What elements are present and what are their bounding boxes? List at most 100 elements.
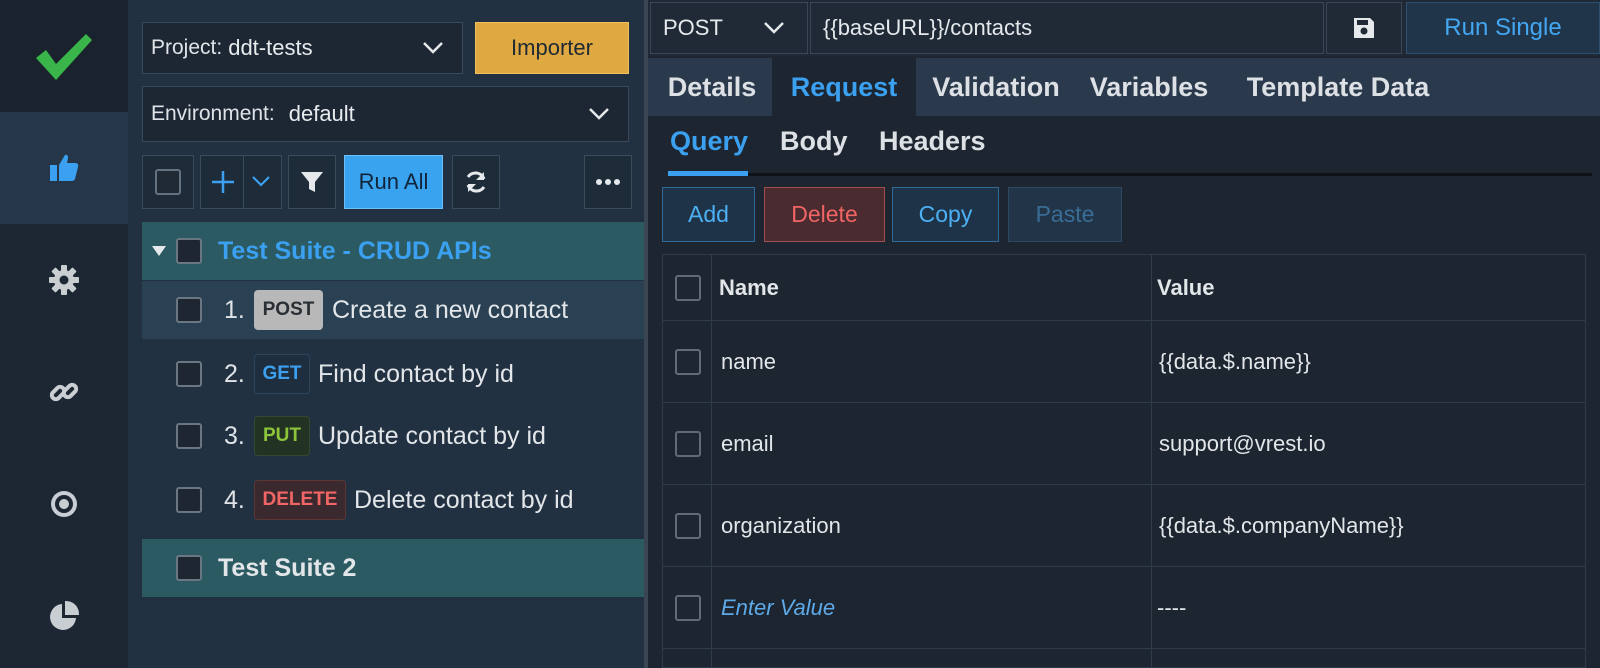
suite-checkbox[interactable] xyxy=(176,238,202,264)
param-value[interactable]: support@vrest.io xyxy=(1159,431,1326,457)
subtab-headers[interactable]: Headers xyxy=(879,126,986,157)
url-input[interactable]: {{baseURL}}/contacts xyxy=(810,2,1324,54)
row-checkbox[interactable] xyxy=(675,512,701,539)
item-checkbox[interactable] xyxy=(176,487,202,513)
gear-icon xyxy=(49,265,79,295)
row-checkbox[interactable] xyxy=(675,594,701,621)
rail-item-tests[interactable] xyxy=(0,112,128,224)
copy-param-button[interactable]: Copy xyxy=(892,187,999,242)
refresh-icon xyxy=(466,171,486,193)
add-dropdown-button[interactable] xyxy=(200,155,282,209)
item-number: 3. xyxy=(224,421,245,450)
icon-rail xyxy=(0,0,128,668)
subtab-underline xyxy=(668,173,1592,176)
rail-item-reports[interactable] xyxy=(0,560,128,668)
tab-variables[interactable]: Variables xyxy=(1084,58,1214,116)
row-checkbox[interactable] xyxy=(675,430,701,457)
tab-details[interactable]: Details xyxy=(656,58,768,116)
method-badge-put: PUT xyxy=(254,416,310,456)
chevron-down-icon xyxy=(423,42,443,54)
delete-param-button[interactable]: Delete xyxy=(764,187,885,242)
item-number: 1. xyxy=(224,295,245,324)
tree-item-4[interactable]: 4. DELETE Delete contact by id xyxy=(142,471,644,529)
suite-title: Test Suite - CRUD APIs xyxy=(218,236,492,265)
environment-value: default xyxy=(288,101,355,126)
table-row[interactable]: name {{data.$.name}} xyxy=(663,321,1585,403)
chevron-down-icon xyxy=(764,22,784,34)
request-title: Find contact by id xyxy=(318,359,514,388)
tree-item-2[interactable]: 2. GET Find contact by id xyxy=(142,345,644,403)
test-suite-row[interactable]: Test Suite 2 xyxy=(142,539,644,597)
column-header-value: Value xyxy=(1157,274,1215,300)
subtab-active-indicator xyxy=(668,171,748,176)
chevron-down-icon xyxy=(589,108,609,120)
rail-item-monitor[interactable] xyxy=(0,448,128,560)
rail-item-links[interactable] xyxy=(0,336,128,448)
method-badge-post: POST xyxy=(254,290,323,330)
run-single-button[interactable]: Run Single xyxy=(1406,2,1600,54)
floppy-disk-icon xyxy=(1354,18,1374,38)
paste-param-button[interactable]: Paste xyxy=(1008,187,1122,242)
new-param-value-input[interactable]: ---- xyxy=(1157,595,1186,621)
tree-item-1[interactable]: 1. POST Create a new contact xyxy=(142,281,644,339)
test-suite-row[interactable]: Test Suite - CRUD APIs xyxy=(142,222,644,280)
importer-button[interactable]: Importer xyxy=(475,22,629,74)
row-checkbox[interactable] xyxy=(675,348,701,375)
chevron-down-icon xyxy=(252,176,270,187)
method-select[interactable]: POST xyxy=(650,2,808,54)
method-badge-delete: DELETE xyxy=(254,480,346,520)
param-name[interactable]: organization xyxy=(721,513,841,539)
project-value: ddt-tests xyxy=(228,35,313,60)
table-header-row: Name Value xyxy=(663,255,1585,321)
request-title: Update contact by id xyxy=(318,421,546,450)
table-row-new[interactable]: Enter Value ---- xyxy=(663,567,1585,649)
run-all-button[interactable]: Run All xyxy=(344,155,443,209)
param-name[interactable]: name xyxy=(721,349,776,375)
item-checkbox[interactable] xyxy=(176,423,202,449)
select-all-box[interactable] xyxy=(142,155,194,209)
target-icon xyxy=(51,491,77,517)
select-all-params-checkbox[interactable] xyxy=(675,274,701,301)
table-row[interactable]: email support@vrest.io xyxy=(663,403,1585,485)
item-number: 2. xyxy=(224,359,245,388)
column-header-name: Name xyxy=(719,274,779,300)
project-select[interactable]: Project: ddt-tests xyxy=(142,22,463,74)
param-name[interactable]: email xyxy=(721,431,774,457)
suite-title: Test Suite 2 xyxy=(218,553,357,582)
filter-button[interactable] xyxy=(288,155,336,209)
caret-down-icon xyxy=(152,246,166,256)
tree-item-3[interactable]: 3. PUT Update contact by id xyxy=(142,407,644,465)
request-title: Delete contact by id xyxy=(354,485,574,514)
subtab-body[interactable]: Body xyxy=(780,126,848,157)
plus-icon xyxy=(212,171,234,193)
request-title: Create a new contact xyxy=(332,295,569,324)
query-params-table: Name Value name {{data.$.name}} email su… xyxy=(662,254,1586,668)
item-number: 4. xyxy=(224,485,245,514)
thumbs-up-icon xyxy=(50,154,79,181)
new-param-name-input[interactable]: Enter Value xyxy=(721,595,835,621)
ellipsis-icon xyxy=(596,179,620,185)
app-logo[interactable] xyxy=(0,0,128,112)
suite-checkbox[interactable] xyxy=(176,555,202,581)
refresh-button[interactable] xyxy=(452,155,500,209)
param-value[interactable]: {{data.$.name}} xyxy=(1159,349,1311,375)
select-all-checkbox[interactable] xyxy=(155,169,181,195)
rail-item-settings[interactable] xyxy=(0,224,128,336)
save-button[interactable] xyxy=(1326,2,1402,54)
item-checkbox[interactable] xyxy=(176,361,202,387)
item-checkbox[interactable] xyxy=(176,297,202,323)
method-value: POST xyxy=(663,15,723,40)
link-icon xyxy=(49,382,79,402)
param-value[interactable]: {{data.$.companyName}} xyxy=(1159,513,1404,539)
add-param-button[interactable]: Add xyxy=(662,187,755,242)
tab-request[interactable]: Request xyxy=(772,58,916,116)
more-options-button[interactable] xyxy=(584,155,632,209)
environment-select[interactable]: Environment: default xyxy=(142,86,629,142)
filter-icon xyxy=(301,172,323,192)
check-logo-icon xyxy=(36,34,92,80)
method-badge-get: GET xyxy=(254,354,310,394)
tab-template-data[interactable]: Template Data xyxy=(1238,58,1438,116)
table-row[interactable]: organization {{data.$.companyName}} xyxy=(663,485,1585,567)
subtab-query[interactable]: Query xyxy=(670,126,748,157)
tab-validation[interactable]: Validation xyxy=(924,58,1068,116)
